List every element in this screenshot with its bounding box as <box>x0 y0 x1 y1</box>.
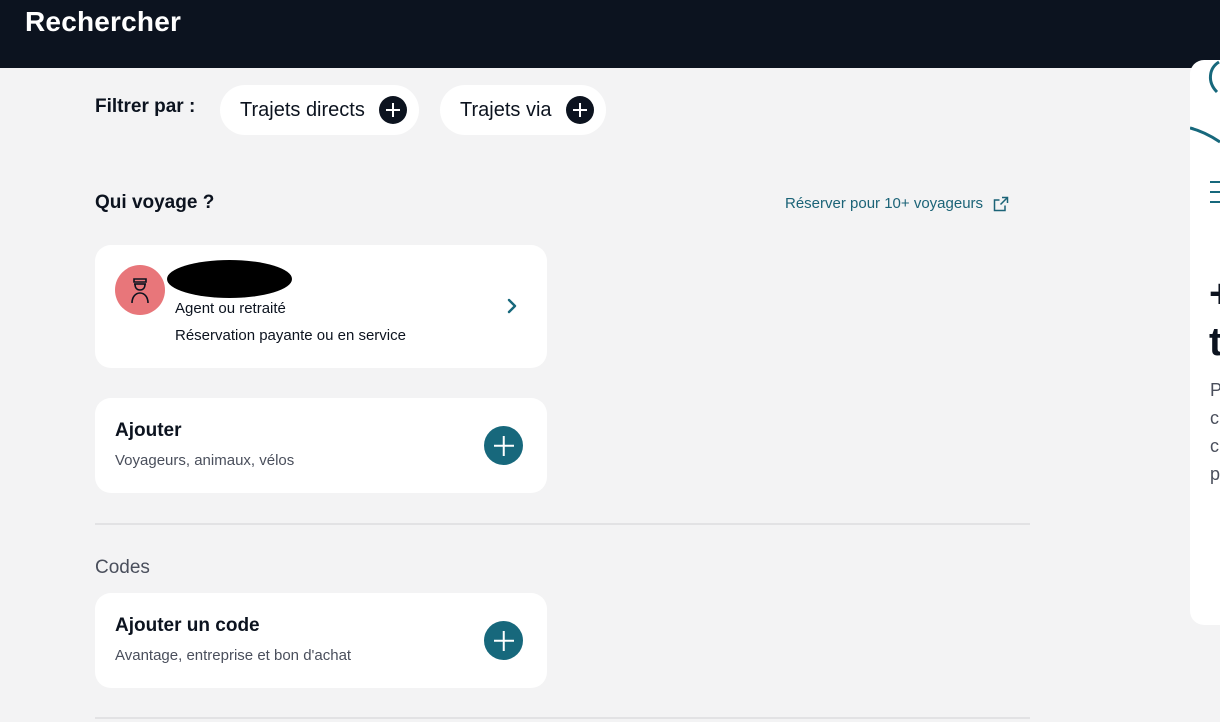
add-code-subtitle: Avantage, entreprise et bon d'achat <box>115 647 352 664</box>
external-link-icon <box>993 196 1009 211</box>
side-panel-glyph: t <box>1209 320 1220 364</box>
add-traveler-button[interactable] <box>484 426 523 465</box>
add-traveler-subtitle: Voyageurs, animaux, vélos <box>115 452 295 469</box>
side-panel-glyph: + <box>1209 272 1220 317</box>
top-bar: Rechercher <box>0 0 1220 68</box>
section-divider <box>95 717 1030 719</box>
chevron-right-icon[interactable] <box>505 297 519 315</box>
side-panel-glyph: p <box>1210 464 1220 484</box>
traveler-type: Agent ou retraité <box>175 300 286 317</box>
add-traveler-title: Ajouter <box>115 420 182 441</box>
add-code-title: Ajouter un code <box>115 615 260 636</box>
plus-icon <box>378 96 407 124</box>
filter-label: Filtrer par : <box>95 96 196 117</box>
filter-icon <box>1210 181 1220 203</box>
filter-chip-via[interactable]: Trajets via <box>440 85 606 135</box>
codes-section-title: Codes <box>95 557 150 578</box>
side-panel-glyph: P <box>1210 380 1220 400</box>
traveler-card[interactable]: Agent ou retraité Réservation payante ou… <box>95 245 547 368</box>
add-code-button[interactable] <box>484 621 523 660</box>
plus-icon <box>565 96 594 124</box>
avatar <box>115 265 165 315</box>
agent-icon <box>131 278 149 304</box>
group-booking-link[interactable]: Réserver pour 10+ voyageurs <box>785 195 1009 212</box>
filter-chip-direct[interactable]: Trajets directs <box>220 85 419 135</box>
side-panel: + t P c c p <box>1190 60 1220 625</box>
illustration-icon <box>1190 60 1220 144</box>
section-divider <box>95 523 1030 525</box>
add-traveler-card[interactable]: Ajouter Voyageurs, animaux, vélos <box>95 398 547 493</box>
page-title: Rechercher <box>25 6 182 37</box>
redacted-name <box>167 260 292 298</box>
side-panel-glyph: c <box>1210 436 1219 456</box>
traveler-description: Réservation payante ou en service <box>175 327 406 344</box>
filter-chip-label: Trajets directs <box>240 98 365 121</box>
group-booking-label: Réserver pour 10+ voyageurs <box>785 195 984 212</box>
add-code-card[interactable]: Ajouter un code Avantage, entreprise et … <box>95 593 547 688</box>
travelers-section-title: Qui voyage ? <box>95 192 215 213</box>
filter-chip-label: Trajets via <box>460 98 552 121</box>
side-panel-glyph: c <box>1210 408 1219 428</box>
